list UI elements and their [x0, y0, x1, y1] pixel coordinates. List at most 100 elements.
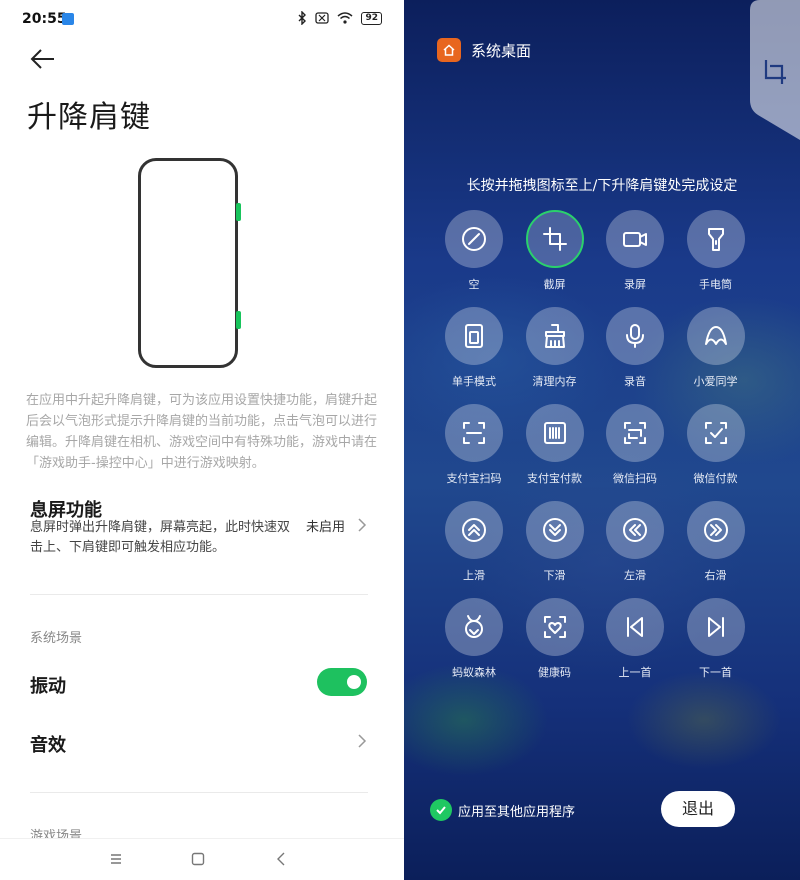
function-item[interactable]: 截屏	[515, 210, 595, 300]
menu-icon[interactable]	[106, 849, 126, 869]
vibration-toggle[interactable]	[317, 668, 367, 696]
settings-page: 20:55 92 升降肩键 在应用中升起升降肩键，可为该应用设置快捷功能，肩键升…	[0, 0, 404, 880]
apply-label: 应用至其他应用程序	[458, 804, 576, 820]
battery-indicator: 92	[361, 11, 382, 25]
function-label: 清理内存	[532, 375, 577, 388]
chevron-right-icon	[358, 734, 367, 748]
function-item[interactable]: 手电筒	[676, 210, 756, 300]
function-label: 录音	[624, 375, 646, 388]
no-sim-icon	[315, 12, 330, 24]
function-item[interactable]: 右滑	[676, 501, 756, 591]
page-title: 升降肩键	[27, 100, 151, 135]
function-item[interactable]: 下滑	[515, 501, 595, 591]
ant-forest-icon	[465, 615, 483, 638]
status-time: 20:55	[22, 11, 67, 27]
function-item[interactable]: 录音	[595, 307, 675, 397]
instruction-text: 长按并拖拽图标至上/下升降肩键处完成设定	[466, 178, 738, 194]
previous-track-icon	[627, 617, 643, 637]
function-item[interactable]: 蚂蚁森林	[434, 598, 514, 688]
apply-to-others-option[interactable]: 应用至其他应用程序	[430, 799, 575, 821]
screen-off-value: 未启用	[306, 520, 346, 535]
function-item[interactable]: 空	[434, 210, 514, 300]
toggle-knob	[347, 675, 361, 689]
function-icon-button[interactable]	[525, 598, 584, 656]
scan-icon	[463, 422, 485, 444]
function-icon-button[interactable]	[606, 598, 664, 656]
function-item[interactable]: 健康码	[515, 598, 595, 688]
video-camera-icon	[623, 232, 647, 247]
function-item[interactable]: 支付宝扫码	[434, 404, 514, 494]
function-icon-button[interactable]	[445, 307, 503, 365]
status-icons: 92	[297, 11, 382, 25]
lower-shoulder-key	[236, 311, 241, 329]
function-icon-button[interactable]	[686, 404, 745, 462]
function-icon-button[interactable]	[525, 210, 584, 268]
health-code-icon	[543, 616, 566, 638]
upper-shoulder-key	[236, 203, 241, 221]
function-icon-button[interactable]	[445, 598, 503, 656]
bluetooth-icon	[298, 11, 307, 25]
function-label: 空	[468, 278, 480, 291]
function-item[interactable]: 录屏	[595, 210, 675, 300]
function-icon-button[interactable]	[686, 210, 745, 268]
function-label: 录屏	[624, 278, 646, 291]
function-icon-button[interactable]	[525, 501, 584, 559]
function-item[interactable]: 微信扫码	[595, 404, 675, 494]
feature-description: 在应用中升起升降肩键，可为该应用设置快捷功能，肩键升起后会以气泡形式提示升降肩键…	[26, 393, 378, 471]
wifi-icon	[337, 12, 353, 24]
checkbox-checked-icon[interactable]	[430, 799, 452, 821]
function-item[interactable]: 单手模式	[434, 307, 514, 397]
function-icon-button[interactable]	[686, 501, 745, 559]
function-item[interactable]: 下一首	[676, 598, 756, 688]
swipe-down-icon	[542, 518, 567, 542]
function-item[interactable]: 上一首	[595, 598, 675, 688]
broom-icon	[544, 324, 565, 348]
function-icon-button[interactable]	[606, 307, 664, 365]
function-item[interactable]: 上滑	[434, 501, 514, 591]
next-track-icon	[707, 617, 724, 637]
navigation-bar	[0, 838, 404, 880]
function-item[interactable]: 小爱同学	[676, 307, 756, 397]
function-picker-overlay: 系统桌面 长按并拖拽图标至上/下升降肩键处完成设定 空 截屏 录屏 手电筒单手模式 清理…	[404, 0, 800, 880]
back-arrow-icon[interactable]	[28, 46, 58, 72]
swipe-up-icon	[462, 518, 486, 542]
function-icon-button[interactable]	[606, 501, 664, 559]
microphone-icon	[626, 324, 644, 348]
barcode-icon	[543, 422, 566, 444]
status-bar: 20:55 92	[0, 0, 404, 40]
chevron-right-icon	[358, 518, 367, 532]
function-icon-button[interactable]	[606, 210, 664, 268]
function-label: 右滑	[704, 569, 727, 582]
exit-button[interactable]: 退出	[661, 791, 735, 827]
function-label: 小爱同学	[693, 375, 738, 388]
shoulder-key-tab[interactable]	[750, 0, 800, 140]
function-label: 单手模式	[452, 375, 496, 388]
function-label: 蚂蚁森林	[452, 666, 496, 679]
crop-icon	[542, 227, 567, 251]
function-icon-button[interactable]	[606, 404, 664, 462]
wechat-scan-icon	[624, 422, 646, 444]
function-icon-button[interactable]	[686, 598, 745, 656]
function-item[interactable]: 微信付款	[676, 404, 756, 494]
divider	[30, 792, 368, 793]
function-item[interactable]: 支付宝付款	[515, 404, 595, 494]
none-icon	[462, 227, 486, 251]
function-label: 下一首	[699, 666, 732, 679]
function-icon-button[interactable]	[525, 404, 584, 462]
function-item[interactable]: 清理内存	[515, 307, 595, 397]
wechat-pay-icon	[704, 422, 727, 444]
back-icon[interactable]	[272, 849, 292, 869]
home-icon[interactable]	[188, 849, 208, 869]
function-icon-button[interactable]	[445, 404, 503, 462]
screen-off-subtitle: 息屏时弹出升降肩键，屏幕亮起，此时快速双击上、下肩键即可触发相应功能。	[30, 520, 291, 555]
function-icon-button[interactable]	[686, 307, 745, 365]
sound-label: 音效	[30, 735, 66, 756]
function-item[interactable]: 左滑	[595, 501, 675, 591]
section-label-system: 系统场景	[30, 631, 83, 646]
app-name: 系统桌面	[471, 41, 532, 60]
function-label: 微信付款	[693, 472, 738, 485]
function-icon-button[interactable]	[525, 307, 584, 365]
function-icon-button[interactable]	[445, 501, 503, 559]
function-icon-button[interactable]	[445, 210, 503, 268]
notification-app-icon	[62, 13, 74, 25]
